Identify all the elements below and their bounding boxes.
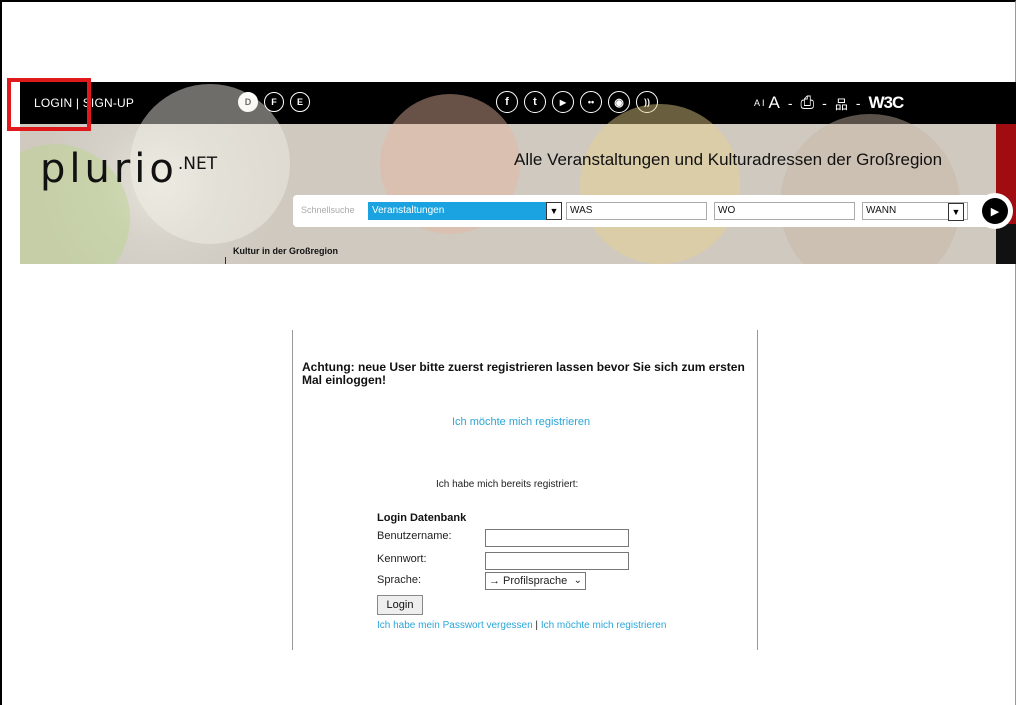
banner-edge-dark — [996, 224, 1016, 264]
chevron-down-icon: ▼ — [546, 202, 562, 220]
link-separator: | — [535, 620, 539, 631]
chevron-down-icon: ⌄ — [573, 575, 582, 586]
podcast-icon[interactable]: ◉ — [608, 91, 630, 113]
forgot-password-link[interactable]: Ich habe mein Passwort vergessen — [377, 620, 533, 631]
nav-kultur-label[interactable]: Kultur in der Großregion — [233, 246, 338, 256]
already-registered-text: Ich habe mich bereits registriert: — [436, 479, 579, 490]
username-field[interactable] — [485, 529, 629, 547]
new-user-warning: Achtung: neue User bitte zuerst registri… — [302, 360, 745, 387]
wo-input[interactable]: WO — [714, 202, 855, 220]
accessibility-tools: A I A - ⎙ - 品 - W3C — [754, 93, 905, 113]
plurio-logo[interactable]: plurio.NET — [40, 146, 217, 192]
sitemap-icon[interactable]: 品 — [835, 94, 848, 113]
register-link[interactable]: Ich möchte mich registrieren — [452, 416, 590, 428]
category-select-value: Veranstaltungen — [372, 205, 445, 216]
register-link-secondary[interactable]: Ich möchte mich registrieren — [541, 620, 667, 631]
divider — [225, 257, 226, 264]
chevron-down-icon: ▼ — [948, 203, 964, 221]
quick-search-bar: Schnellsuche Veranstaltungen ▼ WAS WO WA… — [293, 195, 1003, 227]
login-form: Login Datenbank Benutzername: Kennwort: … — [377, 512, 697, 631]
divider — [757, 330, 758, 650]
quick-search-label: Schnellsuche — [301, 205, 355, 215]
facebook-icon[interactable]: f — [496, 91, 518, 113]
login-help-links: Ich habe mein Passwort vergessen | Ich m… — [377, 620, 666, 631]
font-smaller-button[interactable]: A — [754, 98, 760, 108]
play-icon: ▶ — [982, 198, 1008, 224]
site-header: LOGIN | SIGN-UP D F E f t ▶ •• ◉ )) A I … — [20, 82, 1016, 264]
was-input[interactable]: WAS — [566, 202, 707, 220]
password-field[interactable] — [485, 552, 629, 570]
site-tagline: Alle Veranstaltungen und Kulturadressen … — [514, 150, 943, 169]
wann-select-value: WANN — [866, 205, 897, 216]
logo-suffix: .NET — [177, 154, 218, 174]
separator-dash: - — [855, 95, 861, 111]
password-label: Kennwort: — [377, 553, 427, 565]
youtube-icon[interactable]: ▶ — [552, 91, 574, 113]
login-button[interactable]: Login — [377, 595, 423, 615]
separator-dash: - — [787, 95, 793, 111]
language-select-value: → Profilsprache — [489, 575, 568, 587]
font-separator: I — [762, 98, 765, 108]
category-select[interactable]: Veranstaltungen ▼ — [368, 202, 562, 220]
font-larger-button[interactable]: A — [769, 93, 780, 113]
login-form-title: Login Datenbank — [377, 512, 467, 524]
flickr-icon[interactable]: •• — [580, 91, 602, 113]
highlight-box — [7, 78, 91, 131]
bokeh-decoration — [780, 114, 960, 264]
lang-e-button[interactable]: E — [290, 92, 310, 112]
logo-text: plurio — [40, 146, 178, 192]
language-select[interactable]: → Profilsprache ⌄ — [485, 572, 586, 590]
language-label: Sprache: — [377, 574, 422, 586]
print-icon[interactable]: ⎙ — [801, 93, 815, 113]
tumblr-icon[interactable]: t — [524, 91, 546, 113]
bokeh-decoration — [580, 104, 740, 264]
username-label: Benutzername: — [377, 530, 452, 542]
wann-select[interactable]: WANN ▼ — [862, 202, 968, 221]
separator-dash: - — [822, 95, 827, 111]
banner: plurio.NET Alle Veranstaltungen und Kult… — [20, 84, 1016, 264]
search-go-button[interactable]: ▶ — [977, 193, 1013, 229]
divider — [292, 330, 293, 650]
w3c-icon[interactable]: W3C — [869, 93, 905, 113]
